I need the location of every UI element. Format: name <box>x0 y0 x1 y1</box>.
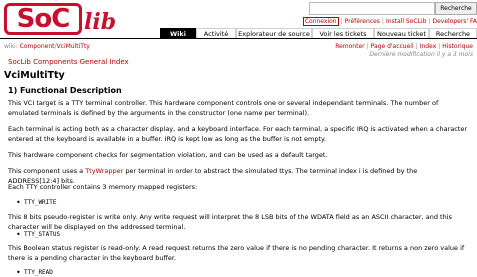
tab-wiki[interactable]: Wiki <box>160 28 196 38</box>
paragraph-intro: This VCI target is a TTY terminal contro… <box>8 99 439 117</box>
index-link[interactable]: Index <box>420 43 437 50</box>
nav-divider <box>0 38 477 39</box>
developers-faq-link[interactable]: Developers' FA <box>432 18 477 25</box>
up-link[interactable]: Remonter <box>335 43 364 50</box>
site-header: SoC lib Recherche Connexion | Préférences |… <box>0 0 477 40</box>
meta-nav: Connexion | Préférences | Install SoCLib | Dev… <box>302 17 477 26</box>
breadcrumb-component[interactable]: Component <box>20 43 55 50</box>
components-index-link[interactable]: SocLib Components General Index <box>8 58 129 66</box>
paragraph-terminal: Each terminal is acting both as a charac… <box>8 125 468 143</box>
history-link[interactable]: Historique <box>442 43 473 50</box>
tab-activity[interactable]: Activité <box>196 28 236 38</box>
page-title: VciMultiTty <box>4 70 65 81</box>
search-form: Recherche <box>309 2 477 15</box>
tab-new-ticket[interactable]: Nouveau ticket <box>374 28 429 38</box>
register-tty-read: TTY_READ <box>16 268 53 277</box>
paragraph-text: This component uses a <box>8 167 86 175</box>
search-input[interactable] <box>309 2 435 15</box>
breadcrumb: wiki: Component/VciMultiTty <box>4 43 90 50</box>
ttywrapper-link[interactable]: TtyWrapper <box>85 167 123 175</box>
context-nav: Remonter | Page d'accueil | Index | Historique <box>335 43 473 50</box>
tab-search[interactable]: Recherche <box>429 28 477 38</box>
preferences-link[interactable]: Préférences <box>345 18 380 25</box>
logo-soc: SoC <box>4 3 82 35</box>
soclib-logo[interactable]: SoC lib <box>4 3 154 35</box>
separator: | <box>415 43 418 50</box>
logo-lib: lib <box>84 9 117 35</box>
register-tty-write: TTY_WRITE <box>16 198 56 207</box>
install-soclib-link[interactable]: Install SoCLib <box>386 18 426 25</box>
separator: | <box>381 18 384 25</box>
paragraph-registers: Each TTY controller contains 3 memory ma… <box>8 183 198 191</box>
paragraph-tty-write: This 8 bits pseudo-register is write onl… <box>8 213 452 231</box>
separator: | <box>428 18 431 25</box>
paragraph-segmentation: This hardware component checks for segme… <box>8 151 328 159</box>
paragraph-tty-status: This Boolean status register is read-onl… <box>8 244 465 262</box>
section-title: 1) Functional Description <box>8 86 122 95</box>
start-page-link[interactable]: Page d'accueil <box>371 43 414 50</box>
breadcrumb-vcimultitty[interactable]: VciMultiTty <box>57 43 90 50</box>
register-tty-status: TTY_STATUS <box>16 230 60 239</box>
tab-view-tickets[interactable]: Voir les tickets <box>312 28 374 38</box>
tab-source-browser[interactable]: Explorateur de source <box>236 28 312 38</box>
separator: | <box>438 43 441 50</box>
main-nav: Wiki Activité Explorateur de source Voir… <box>160 28 477 38</box>
login-link[interactable]: Connexion <box>302 17 339 26</box>
separator: | <box>340 18 343 25</box>
separator: | <box>366 43 369 50</box>
search-button[interactable]: Recherche <box>435 2 477 15</box>
last-modified: Dernière modification il y a 3 mois <box>369 51 473 58</box>
breadcrumb-prefix: wiki: <box>4 43 18 50</box>
